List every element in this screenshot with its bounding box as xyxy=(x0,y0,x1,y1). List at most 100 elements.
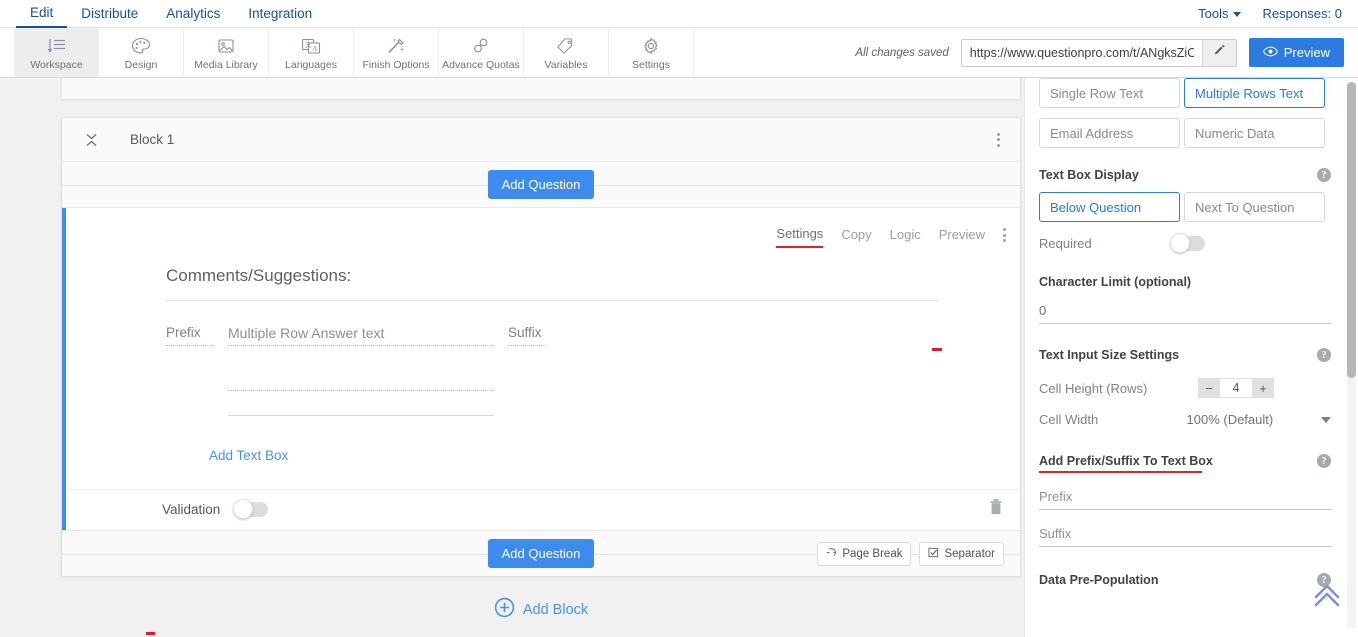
nav-item-integration[interactable]: Integration xyxy=(234,0,326,27)
toolbar-item-workspace[interactable]: Workspace xyxy=(14,28,99,77)
question-type-single-row-text[interactable]: Single Row Text xyxy=(1039,78,1180,108)
data-prepopulation-heading: Data Pre-Population xyxy=(1039,573,1158,587)
question-tab-copy[interactable]: Copy xyxy=(841,227,871,247)
preview-button[interactable]: Preview xyxy=(1249,38,1344,67)
add-text-box-link[interactable]: Add Text Box xyxy=(209,448,288,463)
separator-button[interactable]: Separator xyxy=(919,542,1004,566)
double-chevron-up-icon xyxy=(1312,595,1342,612)
links-icon xyxy=(471,35,491,57)
toolbar-label-media-library: Media Library xyxy=(194,59,258,71)
previous-block-partial xyxy=(61,78,1021,100)
main-toolbar: Workspace Design Media Library 文A Langua… xyxy=(0,28,1358,78)
question-type-numeric-data[interactable]: Numeric Data xyxy=(1184,118,1325,148)
add-question-button-top[interactable]: Add Question xyxy=(488,170,595,199)
delete-question-button[interactable] xyxy=(988,498,1004,521)
question-menu-icon[interactable] xyxy=(1003,228,1006,246)
toolbar-item-settings[interactable]: Settings xyxy=(609,28,694,77)
save-status: All changes saved xyxy=(855,47,948,59)
question-actions: Settings Copy Logic Preview xyxy=(776,226,1006,248)
svg-text:文: 文 xyxy=(305,40,312,49)
question-answer-area: Prefix Multiple Row Answer text Suffix xyxy=(166,320,956,416)
help-circle-icon[interactable]: ? xyxy=(1317,454,1331,468)
page-break-label: Page Break xyxy=(842,548,902,560)
validation-label: Validation xyxy=(162,502,220,517)
character-limit-heading-row: Character Limit (optional) xyxy=(1039,275,1331,289)
question-title[interactable]: Comments/Suggestions: xyxy=(166,266,351,286)
tools-label: Tools xyxy=(1198,6,1228,21)
character-limit-input[interactable] xyxy=(1039,299,1332,324)
pencil-icon xyxy=(1213,44,1226,62)
eye-icon xyxy=(1263,45,1278,60)
translate-icon: 文A xyxy=(300,35,322,57)
toolbar-item-variables[interactable]: Variables xyxy=(524,28,609,77)
text-box-display-heading: Text Box Display xyxy=(1039,168,1139,182)
survey-url-input[interactable] xyxy=(962,40,1202,66)
suffix-label: Suffix xyxy=(508,320,546,346)
tag-icon xyxy=(556,35,576,57)
collapse-icon[interactable] xyxy=(78,132,104,148)
toggle-knob xyxy=(233,499,253,519)
gear-icon xyxy=(641,35,661,57)
top-navigation-bar: Edit Distribute Analytics Integration To… xyxy=(0,0,1358,28)
cell-height-increment-button[interactable]: + xyxy=(1252,378,1274,398)
answer-textbox-row-1[interactable]: Multiple Row Answer text xyxy=(228,320,494,346)
suffix-input[interactable] xyxy=(1039,522,1332,547)
nav-item-edit[interactable]: Edit xyxy=(16,0,67,28)
toolbar-item-design[interactable]: Design xyxy=(99,28,184,77)
add-block-label: Add Block xyxy=(523,602,588,618)
toolbar-label-settings: Settings xyxy=(632,59,670,71)
toolbar-label-workspace: Workspace xyxy=(30,59,82,71)
toolbar-item-advance-quotas[interactable]: Advance Quotas xyxy=(439,28,524,77)
top-nav-items: Edit Distribute Analytics Integration xyxy=(0,0,326,28)
cell-height-decrement-button[interactable]: − xyxy=(1198,378,1220,398)
question-tab-settings[interactable]: Settings xyxy=(776,226,823,248)
answer-textbox-row-2[interactable] xyxy=(228,365,494,391)
text-input-size-heading: Text Input Size Settings xyxy=(1039,348,1179,362)
help-circle-icon[interactable]: ? xyxy=(1317,168,1331,182)
responses-counter: Responses: 0 xyxy=(1263,6,1343,21)
toolbar-item-finish-options[interactable]: Finish Options xyxy=(354,28,439,77)
tools-menu[interactable]: Tools xyxy=(1198,6,1240,21)
sidebar-scrollbar-thumb[interactable] xyxy=(1347,82,1356,378)
text-box-display-below-question[interactable]: Below Question xyxy=(1039,192,1180,222)
required-toggle[interactable] xyxy=(1171,236,1205,251)
separator-icon xyxy=(928,547,939,561)
prefix-input[interactable] xyxy=(1039,485,1332,510)
nav-item-analytics[interactable]: Analytics xyxy=(152,0,234,27)
edit-url-button[interactable] xyxy=(1202,40,1236,66)
toolbar-label-variables: Variables xyxy=(545,59,588,71)
cell-width-label: Cell Width xyxy=(1039,412,1187,427)
toolbar-item-media-library[interactable]: Media Library xyxy=(184,28,269,77)
cell-width-select[interactable]: 100% (Default) xyxy=(1187,412,1332,427)
sidebar-content: Single Row Text Multiple Rows Text Email… xyxy=(1025,78,1345,587)
question-type-email-address[interactable]: Email Address xyxy=(1039,118,1180,148)
block-title: Block 1 xyxy=(130,132,174,147)
nav-item-distribute[interactable]: Distribute xyxy=(67,0,152,27)
question-tab-preview[interactable]: Preview xyxy=(939,227,985,247)
add-question-row-bottom: Add Question Page Break Separator xyxy=(62,530,1020,576)
cell-height-row: Cell Height (Rows) − 4 + xyxy=(1039,378,1331,398)
cell-height-value[interactable]: 4 xyxy=(1220,378,1252,398)
help-circle-icon[interactable]: ? xyxy=(1317,348,1331,362)
bottom-red-marker xyxy=(146,632,155,635)
answer-textbox-row-3[interactable] xyxy=(228,410,494,416)
validation-toggle[interactable] xyxy=(234,502,268,517)
toolbar-item-languages[interactable]: 文A Languages xyxy=(269,28,354,77)
text-input-size-heading-row: Text Input Size Settings ? xyxy=(1039,348,1331,362)
cell-width-value: 100% (Default) xyxy=(1187,412,1274,427)
question-tab-logic[interactable]: Logic xyxy=(890,227,921,247)
add-block-button[interactable]: Add Block xyxy=(61,590,1021,630)
toolbar-label-advance-quotas: Advance Quotas xyxy=(442,59,520,71)
page-break-button[interactable]: Page Break xyxy=(817,542,911,566)
add-question-button-bottom[interactable]: Add Question xyxy=(488,539,595,568)
survey-workspace: Block 1 Add Question Settings Copy Logic… xyxy=(0,78,1024,637)
scroll-to-top-button[interactable] xyxy=(1312,580,1342,613)
question-settings-sidebar: Single Row Text Multiple Rows Text Email… xyxy=(1024,78,1358,637)
text-box-display-next-to-question[interactable]: Next To Question xyxy=(1184,192,1325,222)
question-type-multiple-rows-text[interactable]: Multiple Rows Text xyxy=(1184,78,1325,108)
block-menu-icon[interactable] xyxy=(993,129,1004,151)
chevron-down-icon xyxy=(1233,12,1241,17)
top-nav-right: Tools Responses: 0 xyxy=(1198,6,1358,21)
character-limit-heading: Character Limit (optional) xyxy=(1039,275,1191,289)
required-row: Required xyxy=(1039,236,1331,251)
